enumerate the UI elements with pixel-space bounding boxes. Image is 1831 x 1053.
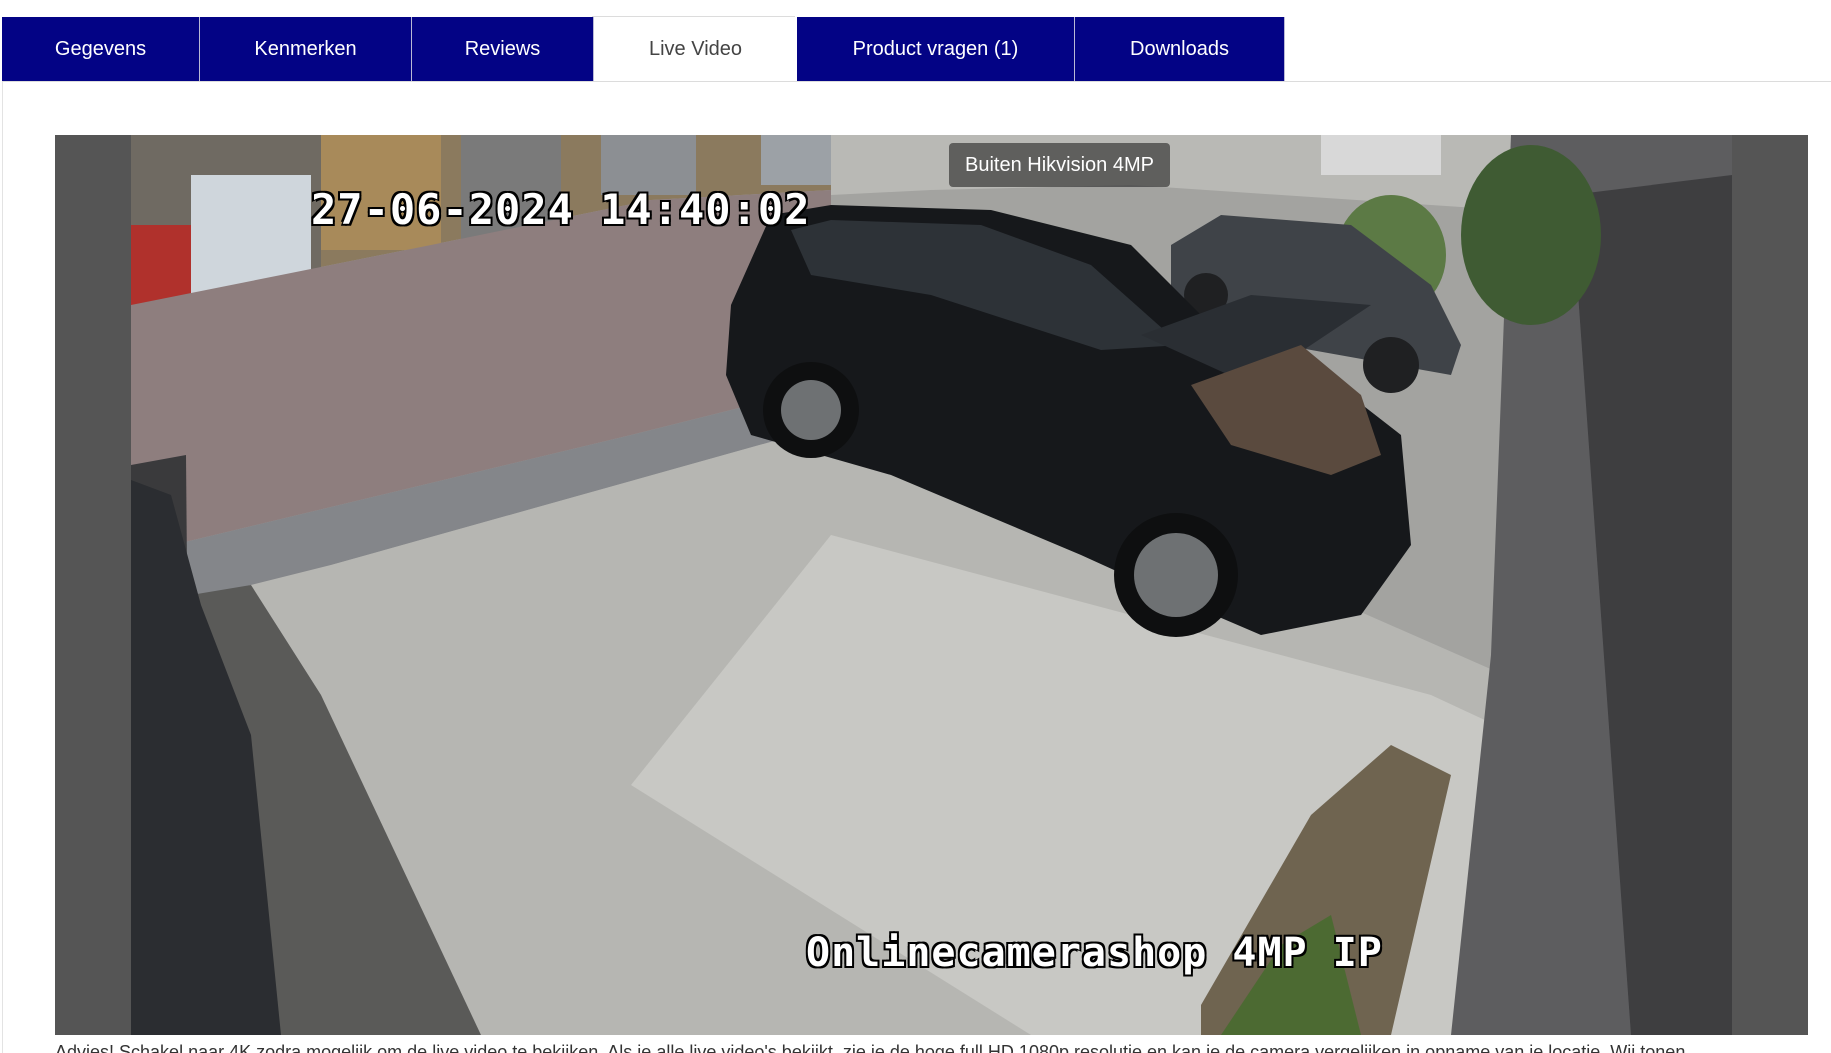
video-advice-text: Advies! Schakel naar 4K zodra mogelijk o… xyxy=(55,1042,1686,1053)
camera-scene-image xyxy=(131,135,1732,1035)
tab-kenmerken[interactable]: Kenmerken xyxy=(200,17,412,81)
osd-timestamp: 27-06-2024 14:40:02 xyxy=(311,185,811,234)
tab-product-vragen[interactable]: Product vragen (1) xyxy=(797,17,1075,81)
live-video-player[interactable]: 27-06-2024 14:40:02 Onlinecamerashop 4MP… xyxy=(55,135,1808,1035)
tab-reviews[interactable]: Reviews xyxy=(412,17,594,81)
tab-gegevens[interactable]: Gegevens xyxy=(2,17,200,81)
product-page: Gegevens Kenmerken Reviews Live Video Pr… xyxy=(0,0,1831,1053)
video-title-badge: Buiten Hikvision 4MP xyxy=(949,143,1170,187)
tab-downloads[interactable]: Downloads xyxy=(1075,17,1285,81)
camera-video-frame[interactable]: 27-06-2024 14:40:02 Onlinecamerashop 4MP… xyxy=(131,135,1732,1035)
osd-brand-label: Onlinecamerashop 4MP IP xyxy=(806,930,1383,976)
product-tab-bar: Gegevens Kenmerken Reviews Live Video Pr… xyxy=(2,17,1285,82)
tab-live-video[interactable]: Live Video xyxy=(594,17,797,82)
